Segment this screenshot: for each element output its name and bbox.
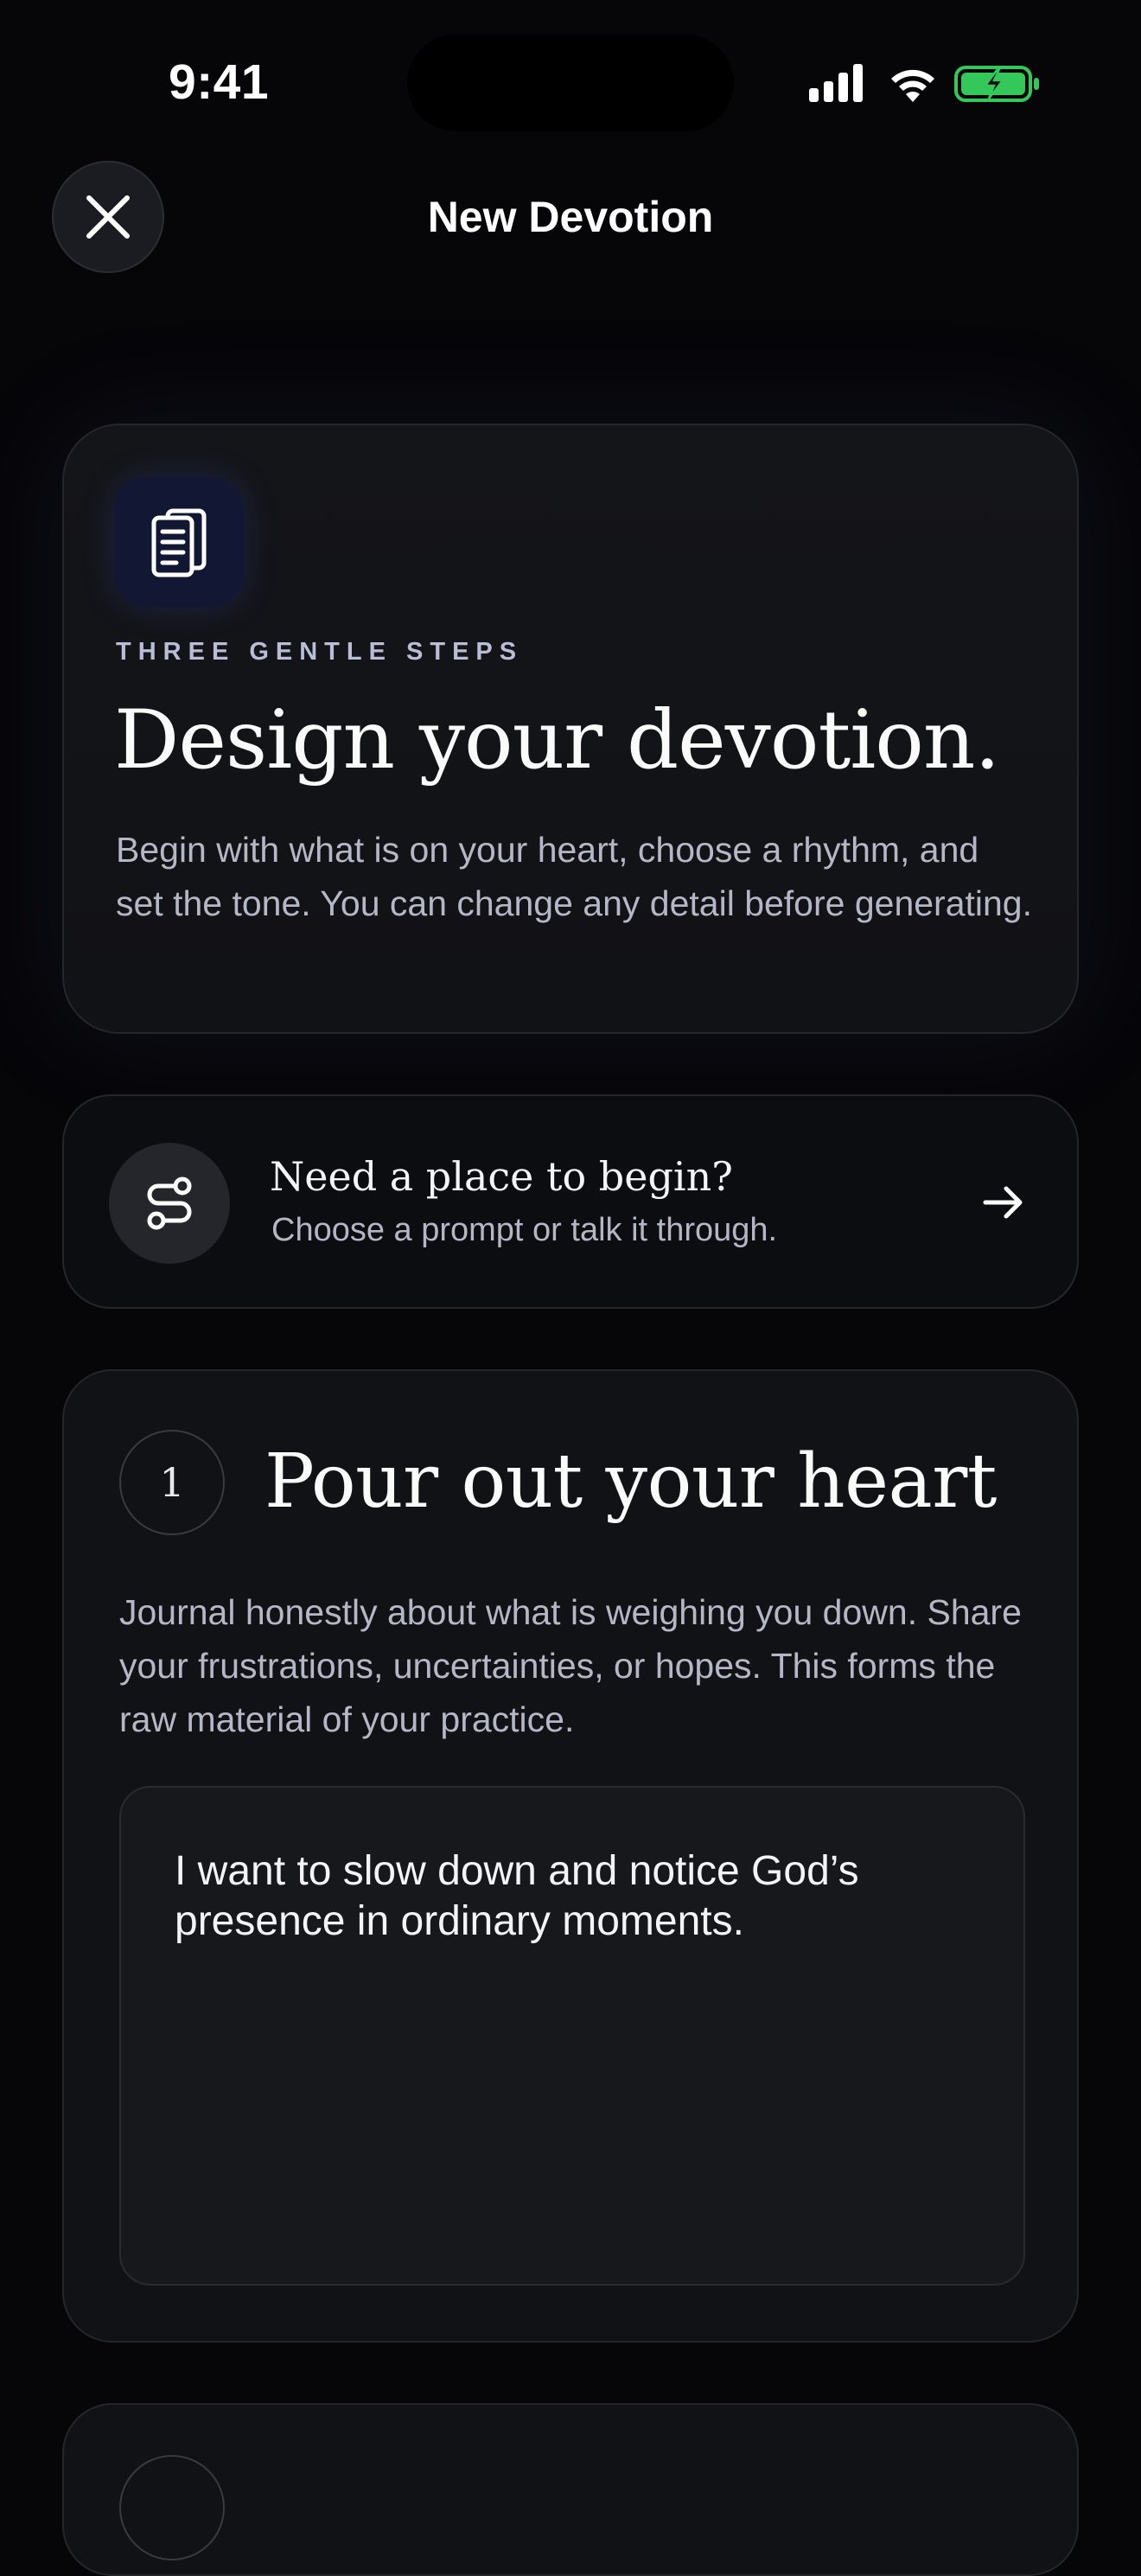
status-time: 9:41 bbox=[169, 54, 270, 110]
step-1-description: Journal honestly about what is weighing … bbox=[119, 1592, 1022, 1739]
status-bar: 9:41 bbox=[0, 0, 1141, 164]
prompt-card-subtitle: Choose a prompt or talk it through. bbox=[271, 1212, 778, 1248]
prompt-suggestion-card[interactable]: Need a place to begin? Choose a prompt o… bbox=[62, 1094, 1079, 1309]
status-icons bbox=[809, 64, 1039, 102]
wifi-icon bbox=[891, 69, 934, 102]
page-title: New Devotion bbox=[427, 193, 714, 241]
dynamic-island bbox=[407, 35, 734, 131]
route-icon bbox=[109, 1143, 230, 1264]
hero-description: Begin with what is on your heart, choose… bbox=[116, 830, 1032, 923]
step-1-title: Pour out your heart bbox=[265, 1438, 997, 1525]
intro-card: THREE GENTLE STEPS Design your devotion.… bbox=[62, 424, 1079, 1034]
arrow-right-icon bbox=[983, 1186, 1023, 1219]
journal-input[interactable]: I want to slow down and notice God’s pre… bbox=[119, 1786, 1025, 2286]
hero-eyebrow: THREE GENTLE STEPS bbox=[116, 638, 524, 666]
step-number-badge: 1 bbox=[119, 1430, 225, 1535]
step-number-badge bbox=[119, 2455, 225, 2560]
signal-icon bbox=[809, 64, 863, 102]
battery-charging-icon bbox=[954, 66, 1039, 102]
step-2-card bbox=[62, 2403, 1079, 2576]
step-1-card: 1 Pour out your heart Journal honestly a… bbox=[62, 1369, 1079, 2343]
prompt-card-title: Need a place to begin? bbox=[270, 1153, 733, 1200]
document-icon bbox=[114, 477, 244, 607]
hero-title: Design your devotion. bbox=[114, 693, 1000, 787]
